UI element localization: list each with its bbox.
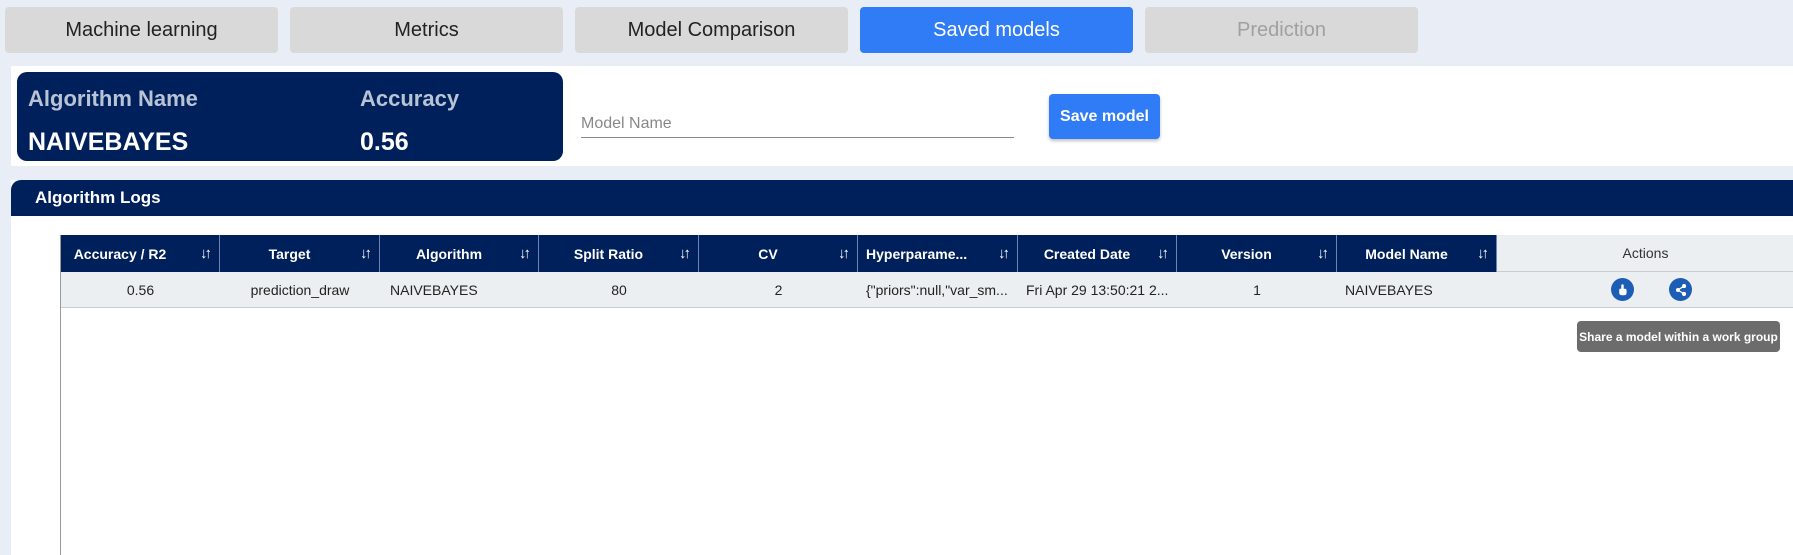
cell-algorithm: NAIVEBAYES [390,281,478,298]
column-header-split-ratio[interactable]: Split Ratio ↓↑ [539,235,699,272]
cell-accuracy: 0.56 [126,281,155,298]
column-header-algorithm[interactable]: Algorithm ↓↑ [380,235,539,272]
tab-bar: Machine learning Metrics Model Compariso… [5,7,1418,53]
model-summary-card: Algorithm Name Accuracy NAIVEBAYES 0.56 [17,72,563,161]
tab-model-comparison[interactable]: Model Comparison [575,7,848,53]
column-header-label: Version [1221,245,1272,262]
logs-table: Accuracy / R2 ↓↑ Target ↓↑ Algorithm ↓↑ … [60,235,1793,555]
cell-split-ratio: 80 [611,281,627,298]
column-header-label: Actions [1622,245,1669,261]
column-header-label: Created Date [1043,245,1131,262]
column-header-label: CV [758,245,778,262]
column-header-model-name[interactable]: Model Name ↓↑ [1337,235,1497,272]
share-icon[interactable] [1669,278,1692,301]
accuracy-label: Accuracy [360,86,460,111]
column-header-accuracy[interactable]: Accuracy / R2 ↓↑ [61,235,220,272]
algorithm-logs-title: Algorithm Logs [11,180,1793,216]
column-header-label: Accuracy / R2 [73,245,167,262]
cell-hyperparameters: {"priors":null,"var_sm... [866,281,1008,298]
accuracy-value: 0.56 [360,128,409,156]
sort-icon[interactable]: ↓↑ [519,245,531,262]
column-header-hyperparameters[interactable]: Hyperparame... ↓↑ [858,235,1018,272]
cell-version: 1 [1253,281,1261,298]
cell-target: prediction_draw [250,281,350,298]
algorithm-name-value: NAIVEBAYES [28,128,189,156]
column-header-version[interactable]: Version ↓↑ [1177,235,1337,272]
sort-icon[interactable]: ↓↑ [998,245,1010,262]
cell-cv: 2 [774,281,783,298]
tab-prediction[interactable]: Prediction [1145,7,1418,53]
column-header-actions: Actions [1497,235,1793,272]
sort-icon[interactable]: ↓↑ [1317,245,1329,262]
column-header-cv[interactable]: CV ↓↑ [699,235,858,272]
sort-icon[interactable]: ↓↑ [1477,245,1489,262]
table-row[interactable]: 0.56 prediction_draw NAIVEBAYES 80 2 {"p… [61,272,1793,308]
tab-machine-learning[interactable]: Machine learning [5,7,278,53]
save-model-button[interactable]: Save model [1049,94,1160,139]
touch-icon[interactable] [1611,278,1634,301]
sort-icon[interactable]: ↓↑ [1157,245,1169,262]
column-header-target[interactable]: Target ↓↑ [220,235,380,272]
sort-icon[interactable]: ↓↑ [200,245,212,262]
column-header-created-date[interactable]: Created Date ↓↑ [1018,235,1177,272]
algorithm-name-label: Algorithm Name [28,86,198,111]
tab-metrics[interactable]: Metrics [290,7,563,53]
save-model-panel: Algorithm Name Accuracy NAIVEBAYES 0.56 … [11,66,1793,166]
cell-actions [1497,272,1793,307]
share-tooltip: Share a model within a work group [1577,321,1780,352]
sort-icon[interactable]: ↓↑ [838,245,850,262]
cell-model-name: NAIVEBAYES [1345,281,1433,298]
table-header: Accuracy / R2 ↓↑ Target ↓↑ Algorithm ↓↑ … [61,235,1793,272]
cell-created-date: Fri Apr 29 13:50:21 2... [1026,281,1169,298]
sort-icon[interactable]: ↓↑ [360,245,372,262]
column-header-label: Model Name [1365,245,1448,262]
tab-saved-models[interactable]: Saved models [860,7,1133,53]
column-header-label: Hyperparame... [866,245,968,262]
column-header-label: Algorithm [415,245,483,262]
algorithm-logs-panel: Algorithm Logs Accuracy / R2 ↓↑ Target ↓… [11,180,1793,555]
model-name-input[interactable] [581,110,1014,138]
sort-icon[interactable]: ↓↑ [679,245,691,262]
column-header-label: Target [268,245,311,262]
column-header-label: Split Ratio [573,245,644,262]
